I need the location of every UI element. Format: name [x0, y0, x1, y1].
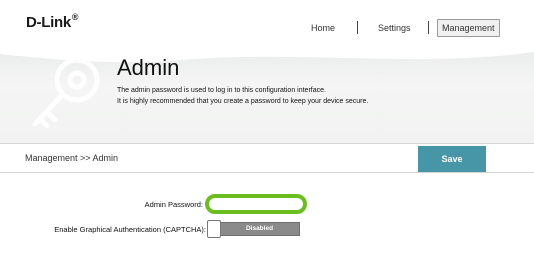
captcha-label: Enable Graphical Authentication (CAPTCHA…	[54, 225, 206, 234]
nav-divider	[428, 21, 429, 34]
nav-management[interactable]: Management	[437, 19, 500, 37]
toggle-state: Disabled	[219, 222, 300, 236]
page: D-Link® Home Settings Management Admin T…	[0, 0, 534, 262]
top-bar: D-Link® Home Settings Management	[0, 0, 534, 46]
save-button[interactable]: Save	[418, 146, 486, 172]
main-nav: Home Settings Management	[0, 18, 534, 38]
page-description: The admin password is used to log in to …	[117, 85, 368, 107]
nav-home[interactable]: Home	[311, 18, 335, 38]
breadcrumb: Management >> Admin	[25, 153, 119, 163]
toggle-knob[interactable]	[207, 220, 221, 238]
description-line: The admin password is used to log in to …	[117, 87, 326, 94]
page-title: Admin	[117, 55, 180, 80]
nav-settings[interactable]: Settings	[378, 18, 411, 38]
key-icon	[32, 57, 100, 129]
captcha-toggle[interactable]: Disabled	[207, 220, 300, 238]
admin-password-input[interactable]	[205, 194, 307, 214]
nav-divider	[357, 21, 358, 34]
admin-password-label: Admin Password:	[144, 200, 203, 209]
description-line: It is highly recommended that you create…	[117, 98, 369, 105]
